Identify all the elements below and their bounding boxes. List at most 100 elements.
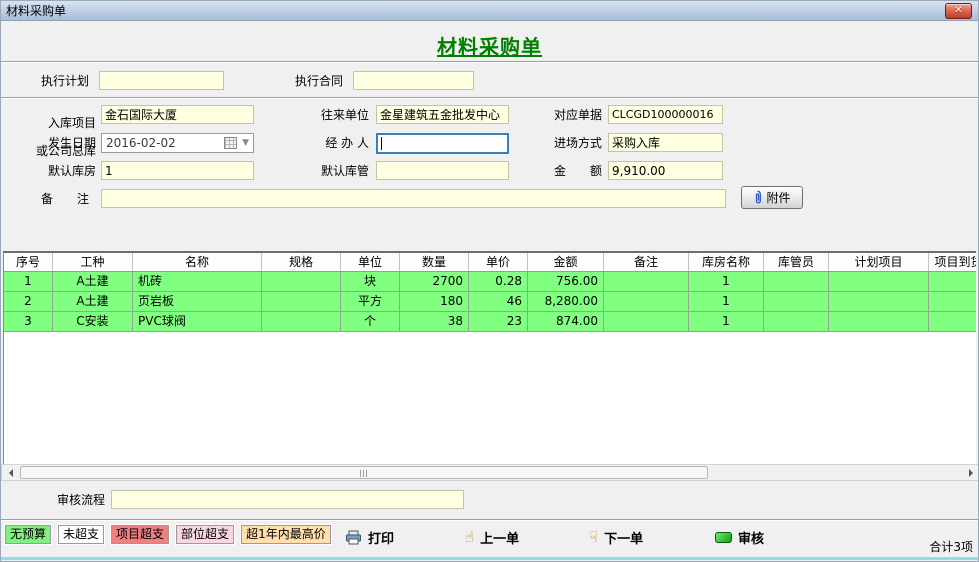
hand-down-icon: ☟ bbox=[589, 530, 598, 545]
table-cell-name[interactable]: 机砖 bbox=[133, 272, 262, 292]
table-cell-qty[interactable]: 38 bbox=[400, 312, 469, 332]
table-cell-warehouse[interactable]: 1 bbox=[689, 292, 764, 312]
close-button[interactable]: ✕ bbox=[945, 3, 972, 19]
table-cell-price[interactable]: 0.28 bbox=[469, 272, 528, 292]
project-input[interactable] bbox=[101, 105, 254, 124]
table-cell-price[interactable]: 23 bbox=[469, 312, 528, 332]
column-header-arrive[interactable]: 项目到货 bbox=[929, 253, 976, 271]
grip-icon bbox=[360, 470, 369, 477]
column-header-unit[interactable]: 单位 bbox=[341, 253, 400, 271]
table-cell-qty[interactable]: 2700 bbox=[400, 272, 469, 292]
status-legend: 无预算未超支项目超支部位超支超1年内最高价 bbox=[5, 525, 331, 544]
default-warehouse-input[interactable] bbox=[101, 161, 254, 180]
table-cell-unit[interactable]: 个 bbox=[341, 312, 400, 332]
column-header-remark[interactable]: 备注 bbox=[604, 253, 689, 271]
table-cell-remark[interactable] bbox=[604, 312, 689, 332]
table-cell-name[interactable]: PVC球阀 bbox=[133, 312, 262, 332]
table-cell-warehouse[interactable]: 1 bbox=[689, 312, 764, 332]
table-cell-spec[interactable] bbox=[262, 292, 341, 312]
column-header-price[interactable]: 单价 bbox=[469, 253, 528, 271]
table-cell-arrive[interactable] bbox=[929, 312, 976, 332]
window-bottom-border bbox=[1, 557, 978, 560]
column-header-amount[interactable]: 金额 bbox=[528, 253, 604, 271]
table-cell-keeper[interactable] bbox=[764, 272, 829, 292]
table-cell-keeper[interactable] bbox=[764, 312, 829, 332]
table-cell-spec[interactable] bbox=[262, 312, 341, 332]
table-cell-amount[interactable]: 756.00 bbox=[528, 272, 604, 292]
next-order-label: 下一单 bbox=[604, 528, 643, 547]
window-title: 材料采购单 bbox=[6, 2, 66, 19]
column-header-worktype[interactable]: 工种 bbox=[53, 253, 133, 271]
table-cell-name[interactable]: 页岩板 bbox=[133, 292, 262, 312]
doc-no-input[interactable] bbox=[608, 105, 723, 124]
table-cell-plan[interactable] bbox=[829, 292, 929, 312]
audit-led-icon bbox=[715, 532, 732, 543]
column-header-spec[interactable]: 规格 bbox=[262, 253, 341, 271]
table-cell-seq[interactable]: 1 bbox=[4, 272, 53, 292]
table-cell-plan[interactable] bbox=[829, 312, 929, 332]
table-cell-amount[interactable]: 8,280.00 bbox=[528, 292, 604, 312]
handler-input[interactable] bbox=[376, 133, 509, 154]
table-cell-worktype[interactable]: A土建 bbox=[53, 272, 133, 292]
paperclip-icon bbox=[753, 190, 762, 205]
table-cell-remark[interactable] bbox=[604, 292, 689, 312]
table-cell-unit[interactable]: 块 bbox=[341, 272, 400, 292]
table-row[interactable]: 3C安装PVC球阀 个3823874.00 1 bbox=[4, 312, 976, 332]
review-process-label: 审核流程 bbox=[1, 493, 105, 507]
scroll-left-icon bbox=[9, 469, 13, 477]
date-picker[interactable]: 2016-02-02 ▼ bbox=[101, 133, 254, 153]
exec-contract-label: 执行合同 bbox=[255, 74, 343, 88]
exec-plan-input[interactable] bbox=[99, 71, 224, 90]
remark-input[interactable] bbox=[101, 189, 726, 208]
calendar-icon bbox=[224, 137, 237, 149]
table-cell-keeper[interactable] bbox=[764, 292, 829, 312]
project-label-line1: 入库项目 bbox=[48, 116, 96, 130]
table-cell-arrive[interactable] bbox=[929, 272, 976, 292]
table-row[interactable]: 2A土建页岩板 平方180468,280.00 1 bbox=[4, 292, 976, 312]
scrollbar-thumb[interactable] bbox=[20, 466, 708, 479]
table-cell-qty[interactable]: 180 bbox=[400, 292, 469, 312]
entry-mode-input[interactable] bbox=[608, 133, 723, 152]
table-cell-worktype[interactable]: A土建 bbox=[53, 292, 133, 312]
audit-button[interactable]: 审核 bbox=[715, 528, 764, 547]
table-cell-remark[interactable] bbox=[604, 272, 689, 292]
review-process-input[interactable] bbox=[111, 490, 464, 509]
default-keeper-input[interactable] bbox=[376, 161, 509, 180]
table-cell-plan[interactable] bbox=[829, 272, 929, 292]
page-title: 材料采购单 bbox=[1, 31, 978, 60]
column-header-warehouse[interactable]: 库房名称 bbox=[689, 253, 764, 271]
column-header-name[interactable]: 名称 bbox=[133, 253, 262, 271]
counterparty-input[interactable] bbox=[376, 105, 509, 124]
table-cell-arrive[interactable] bbox=[929, 292, 976, 312]
close-icon: ✕ bbox=[954, 6, 962, 16]
column-header-qty[interactable]: 数量 bbox=[400, 253, 469, 271]
table-cell-unit[interactable]: 平方 bbox=[341, 292, 400, 312]
column-header-plan[interactable]: 计划项目 bbox=[829, 253, 929, 271]
separator bbox=[1, 519, 978, 521]
table-cell-worktype[interactable]: C安装 bbox=[53, 312, 133, 332]
table-cell-seq[interactable]: 2 bbox=[4, 292, 53, 312]
doc-no-label: 对应单据 bbox=[514, 108, 602, 122]
column-header-seq[interactable]: 序号 bbox=[4, 253, 53, 271]
table-cell-amount[interactable]: 874.00 bbox=[528, 312, 604, 332]
print-button[interactable]: 打印 bbox=[345, 528, 394, 547]
table-cell-price[interactable]: 46 bbox=[469, 292, 528, 312]
table-cell-warehouse[interactable]: 1 bbox=[689, 272, 764, 292]
prev-order-button[interactable]: ☝ 上一单 bbox=[465, 528, 519, 547]
attachment-button[interactable]: 附件 bbox=[741, 186, 803, 209]
table-row[interactable]: 1A土建机砖块27000.28756.001 bbox=[4, 272, 976, 292]
printer-icon bbox=[345, 530, 362, 545]
scroll-right-icon bbox=[969, 469, 973, 477]
column-header-keeper[interactable]: 库管员 bbox=[764, 253, 829, 271]
scroll-left-button[interactable] bbox=[2, 465, 19, 480]
amount-input[interactable] bbox=[608, 161, 723, 180]
scroll-right-button[interactable] bbox=[962, 465, 979, 480]
horizontal-scrollbar[interactable] bbox=[1, 464, 979, 481]
table-cell-seq[interactable]: 3 bbox=[4, 312, 53, 332]
remark-label: 备 注 bbox=[1, 192, 89, 206]
next-order-button[interactable]: ☟ 下一单 bbox=[589, 528, 643, 547]
amount-label: 金 额 bbox=[514, 164, 602, 178]
exec-contract-input[interactable] bbox=[353, 71, 474, 90]
separator bbox=[1, 97, 978, 99]
table-cell-spec[interactable] bbox=[262, 272, 341, 292]
